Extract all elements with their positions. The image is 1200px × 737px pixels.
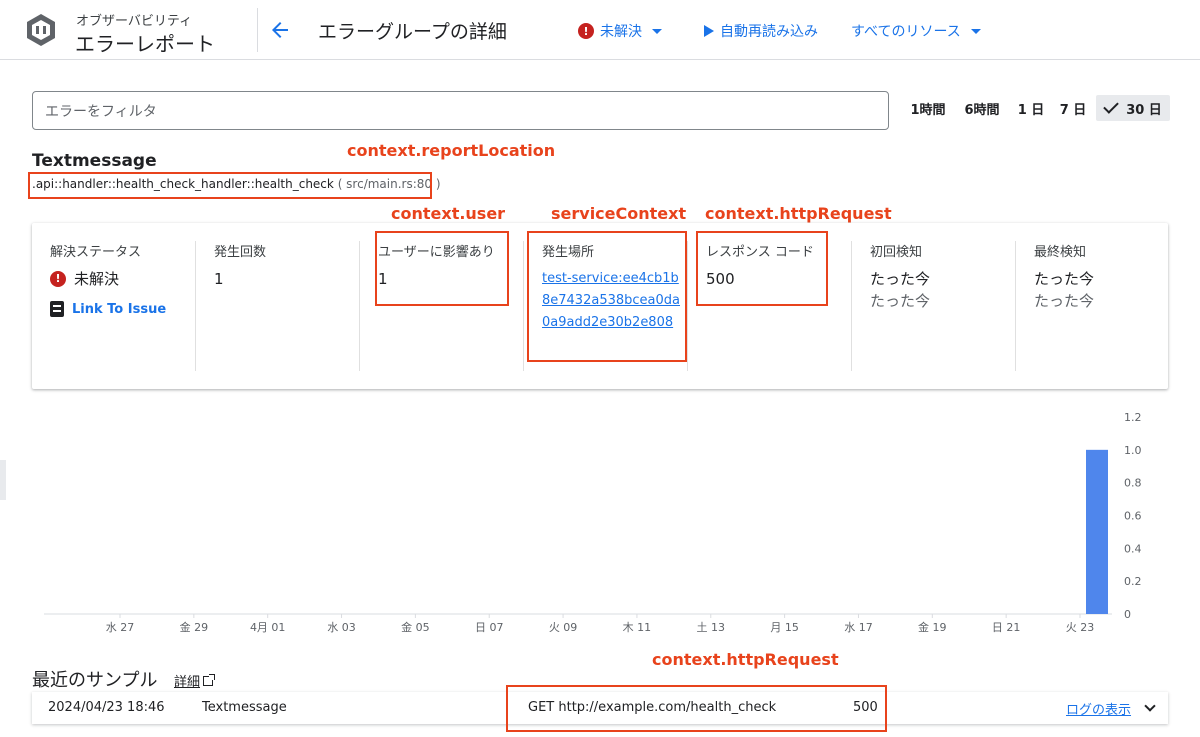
time-range-label: 30 日 bbox=[1126, 102, 1162, 118]
stat-subvalue: たった今 bbox=[870, 292, 931, 310]
play-icon bbox=[704, 25, 714, 37]
time-range-7d[interactable]: 7 日 bbox=[1056, 95, 1090, 121]
y-tick-label: 0.6 bbox=[1124, 510, 1142, 523]
column-divider bbox=[523, 241, 524, 371]
time-range-1h[interactable]: 1時間 bbox=[906, 95, 950, 121]
stat-last-seen: 最終検知 たった今 たった今 bbox=[1034, 241, 1198, 371]
resources-label: すべてのリソース bbox=[851, 24, 961, 40]
time-range-1d[interactable]: 1 日 bbox=[1014, 95, 1048, 121]
error-icon: ! bbox=[578, 23, 594, 39]
y-tick-label: 0.4 bbox=[1124, 542, 1142, 555]
sample-message: Textmessage bbox=[202, 700, 287, 715]
x-tick-label: 火 09 bbox=[549, 621, 578, 634]
time-range-label: 1時間 bbox=[910, 102, 946, 118]
page-title: エラーグループの詳細 bbox=[318, 21, 507, 43]
column-divider bbox=[1015, 241, 1016, 371]
auto-reload-button[interactable]: 自動再読み込み bbox=[704, 21, 818, 41]
recent-samples-heading: 最近のサンプル bbox=[32, 670, 158, 691]
stat-resolution-status: 解決ステータス ! 未解決 Link To Issue bbox=[50, 241, 214, 371]
resources-dropdown[interactable]: すべてのリソース bbox=[851, 21, 981, 41]
highlight-box-http-request bbox=[506, 685, 887, 732]
column-divider bbox=[851, 241, 852, 371]
annotation-user: context.user bbox=[391, 204, 506, 223]
x-tick-label: 火 23 bbox=[1066, 621, 1095, 634]
back-arrow-icon[interactable] bbox=[268, 18, 292, 42]
y-tick-label: 1.0 bbox=[1124, 444, 1142, 457]
y-tick-label: 0.8 bbox=[1124, 477, 1142, 490]
stat-label: 最終検知 bbox=[1034, 245, 1087, 260]
filter-placeholder: エラーをフィルタ bbox=[45, 103, 157, 120]
y-tick-label: 0.2 bbox=[1124, 575, 1142, 588]
stat-subvalue: たった今 bbox=[1034, 292, 1095, 310]
x-tick-label: 日 07 bbox=[475, 621, 504, 634]
error-icon: ! bbox=[50, 270, 66, 287]
sample-time: 2024/04/23 18:46 bbox=[48, 700, 165, 715]
link-to-issue-label: Link To Issue bbox=[72, 301, 167, 317]
stat-first-seen: 初回検知 たった今 たった今 bbox=[870, 241, 1034, 371]
x-tick-label: 日 21 bbox=[992, 621, 1021, 634]
x-tick-label: 水 03 bbox=[327, 621, 356, 634]
caret-down-icon bbox=[652, 28, 662, 34]
x-tick-label: 金 29 bbox=[180, 620, 209, 634]
stat-label: 発生回数 bbox=[214, 245, 267, 260]
stat-value: たった今 bbox=[1034, 270, 1095, 288]
highlight-box-response-code bbox=[696, 231, 828, 306]
samples-detail-link[interactable]: 詳細 bbox=[174, 671, 216, 690]
annotation-http-request-2: context.httpRequest bbox=[652, 650, 839, 669]
x-tick-label: 土 13 bbox=[697, 621, 726, 634]
stat-label: 初回検知 bbox=[870, 245, 923, 260]
error-filter-input[interactable]: エラーをフィルタ bbox=[32, 91, 889, 130]
time-range-30d[interactable]: 30 日 bbox=[1096, 95, 1170, 121]
link-to-issue-button[interactable]: Link To Issue bbox=[50, 301, 214, 317]
product-name: オブザーバビリティ bbox=[76, 14, 193, 29]
error-reporting-logo-icon bbox=[27, 14, 55, 46]
occurrence-chart-svg: 0 0.2 0.4 0.6 0.8 1.0 1.2 水 27 金 29 4月 01 水 03 金 05… bbox=[44, 411, 1142, 634]
x-tick-label: 水 27 bbox=[106, 621, 135, 634]
header-divider bbox=[257, 8, 258, 52]
time-range-label: 7 日 bbox=[1059, 102, 1087, 118]
annotation-http-request: context.httpRequest bbox=[705, 204, 892, 223]
column-divider bbox=[359, 241, 360, 371]
column-divider bbox=[195, 241, 196, 371]
check-icon bbox=[1103, 98, 1119, 114]
auto-reload-label: 自動再読み込み bbox=[720, 24, 818, 40]
time-range-label: 1 日 bbox=[1017, 102, 1045, 118]
chart-bar[interactable] bbox=[1086, 449, 1108, 614]
highlight-box-user bbox=[375, 231, 509, 306]
samples-detail-label: 詳細 bbox=[174, 675, 201, 690]
stat-label: 解決ステータス bbox=[50, 245, 142, 260]
stat-value: 1 bbox=[214, 270, 224, 288]
status-dropdown-label: 未解決 bbox=[600, 24, 642, 40]
error-message: Textmessage bbox=[32, 151, 157, 171]
y-tick-label: 1.2 bbox=[1124, 411, 1142, 424]
resolution-value: 未解決 bbox=[74, 270, 120, 288]
stat-occurrences: 発生回数 1 bbox=[214, 241, 378, 371]
annotation-report-location: context.reportLocation bbox=[347, 141, 556, 160]
view-logs-link[interactable]: ログの表示 bbox=[1066, 699, 1131, 718]
x-tick-label: 水 17 bbox=[844, 621, 873, 634]
x-tick-label: 金 05 bbox=[401, 620, 430, 634]
highlight-box-service-context bbox=[527, 231, 687, 362]
x-tick-label: 木 11 bbox=[623, 621, 652, 634]
resolution-status-dropdown[interactable]: ! 未解決 bbox=[578, 21, 662, 41]
time-range-label: 6時間 bbox=[964, 102, 1000, 118]
document-icon bbox=[50, 301, 64, 317]
x-tick-label: 4月 01 bbox=[250, 621, 286, 634]
stat-value: ! 未解決 bbox=[50, 268, 214, 289]
caret-down-icon bbox=[970, 28, 981, 34]
error-group-page: オブザーバビリティ エラーレポート エラーグループの詳細 ! 未解決 自動再読み… bbox=[0, 0, 1200, 737]
annotation-service-context: serviceContext bbox=[551, 204, 687, 223]
x-tick-label: 月 15 bbox=[770, 621, 799, 634]
highlight-box-location bbox=[28, 172, 432, 199]
x-tick-label: 金 19 bbox=[918, 620, 947, 634]
product-title: エラーレポート bbox=[75, 32, 215, 56]
open-in-new-icon bbox=[203, 673, 216, 686]
stat-value: たった今 bbox=[870, 270, 931, 288]
y-tick-label: 0 bbox=[1124, 608, 1131, 621]
occurrence-chart: 0 0.2 0.4 0.6 0.8 1.0 1.2 水 27 金 29 4月 01 水 03 金 05… bbox=[0, 400, 1200, 640]
time-range-6h[interactable]: 6時間 bbox=[960, 95, 1004, 121]
column-divider bbox=[687, 241, 688, 371]
top-bar: オブザーバビリティ エラーレポート エラーグループの詳細 ! 未解決 自動再読み… bbox=[0, 0, 1200, 60]
